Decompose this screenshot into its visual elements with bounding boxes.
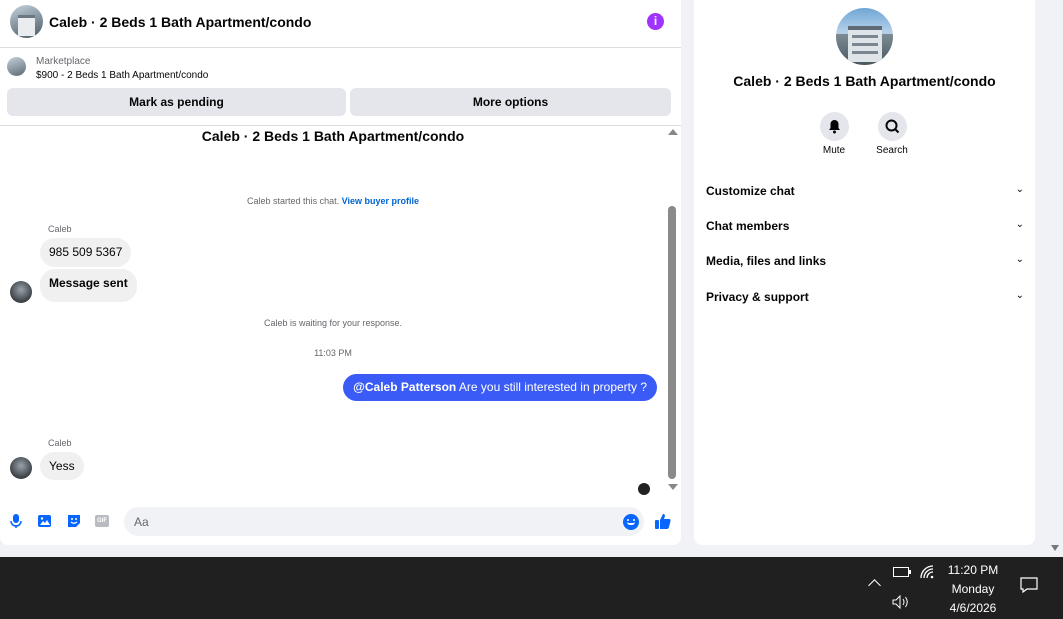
gif-icon[interactable]: GIF <box>95 513 111 529</box>
wifi-icon[interactable] <box>919 564 935 580</box>
chevron-down-icon: ⌄ <box>1015 184 1024 195</box>
sender-avatar[interactable] <box>10 457 32 479</box>
photo-icon[interactable] <box>37 513 53 529</box>
mark-as-pending-button[interactable]: Mark as pending <box>7 88 346 116</box>
sender-avatar[interactable] <box>10 281 32 303</box>
clock-date: 4/6/2026 <box>949 601 997 615</box>
chat-header: Caleb · 2 Beds 1 Bath Apartment/condo i <box>0 0 681 48</box>
message-composer: GIF <box>0 504 681 540</box>
clock-day: Monday <box>951 582 995 596</box>
clock-time: 11:20 PM <box>947 563 999 577</box>
emoji-icon[interactable] <box>623 514 639 530</box>
conversation-info-panel: Caleb · 2 Beds 1 Bath Apartment/condo Mu… <box>694 0 1035 545</box>
message-timestamp: 11:03 PM <box>314 348 352 358</box>
chat-started-notice: Caleb started this chat. View buyer prof… <box>0 196 666 206</box>
message-input[interactable] <box>124 507 644 536</box>
system-clock[interactable]: 11:20 PM Monday 4/6/2026 <box>941 561 1005 618</box>
scroll-up-arrow-icon[interactable] <box>668 129 678 135</box>
gif-label: GIF <box>95 515 109 527</box>
notifications-icon[interactable] <box>1020 577 1038 593</box>
battery-icon[interactable] <box>893 567 911 577</box>
section-privacy-support[interactable]: Privacy & support ⌄ <box>706 286 1024 310</box>
outgoing-message-text: Are you still interested in property ? <box>456 380 647 394</box>
chevron-down-icon: ⌄ <box>1015 254 1024 265</box>
section-label: Privacy & support <box>706 290 809 304</box>
thread-title: Caleb · 2 Beds 1 Bath Apartment/condo <box>201 128 465 144</box>
conversation-avatar[interactable] <box>10 5 43 38</box>
view-buyer-profile-link[interactable]: View buyer profile <box>342 196 419 206</box>
thumbs-up-icon[interactable] <box>654 512 672 530</box>
section-label: Customize chat <box>706 184 795 198</box>
sticker-icon[interactable] <box>66 513 82 529</box>
listing-summary[interactable]: $900 - 2 Beds 1 Bath Apartment/condo <box>36 70 208 81</box>
message-thread: Caleb · 2 Beds 1 Bath Apartment/condo Ca… <box>0 126 666 499</box>
message-sender: Caleb <box>48 224 72 234</box>
mention-text[interactable]: @Caleb Patterson <box>353 380 456 394</box>
message-sender: Caleb <box>48 438 72 448</box>
listing-kicker: Marketplace <box>36 56 91 67</box>
chevron-down-icon: ⌄ <box>1015 219 1024 230</box>
page-scroll-down-icon[interactable] <box>1051 545 1059 551</box>
chevron-down-icon: ⌄ <box>1015 290 1024 301</box>
section-label: Media, files and links <box>706 254 827 268</box>
message-bubble[interactable]: Message sent <box>40 269 137 302</box>
chat-started-text: Caleb started this chat. <box>247 196 340 206</box>
thread-scrollbar[interactable] <box>666 126 680 497</box>
mute-button[interactable]: Mute <box>814 112 854 156</box>
read-receipt-avatar <box>638 483 650 495</box>
conversation-title[interactable]: Caleb · 2 Beds 1 Bath Apartment/condo <box>49 14 311 30</box>
search-label: Search <box>876 145 908 156</box>
mute-label: Mute <box>822 145 846 156</box>
more-options-button[interactable]: More options <box>350 88 671 116</box>
section-chat-members[interactable]: Chat members ⌄ <box>706 215 1024 239</box>
conversation-name: Caleb · 2 Beds 1 Bath Apartment/condo <box>733 73 996 89</box>
listing-thumbnail[interactable] <box>7 57 26 76</box>
message-bubble[interactable]: 985 509 5367 <box>40 238 132 267</box>
chat-panel: Caleb · 2 Beds 1 Bath Apartment/condo i … <box>0 0 681 545</box>
scroll-down-arrow-icon[interactable] <box>668 484 678 490</box>
section-media-files-links[interactable]: Media, files and links ⌄ <box>706 250 1024 274</box>
microphone-icon[interactable] <box>8 513 24 529</box>
search-icon <box>885 119 899 134</box>
outgoing-message-bubble[interactable]: @Caleb Patterson Are you still intereste… <box>343 374 657 401</box>
info-icon[interactable]: i <box>647 13 664 30</box>
section-label: Chat members <box>706 219 790 233</box>
volume-icon[interactable] <box>892 595 910 609</box>
message-bubble[interactable]: Yess <box>40 452 84 480</box>
taskbar: 11:20 PM Monday 4/6/2026 <box>0 557 1063 619</box>
show-hidden-icons-icon[interactable] <box>868 579 881 592</box>
bell-icon <box>828 120 840 134</box>
section-customize-chat[interactable]: Customize chat ⌄ <box>706 180 1024 204</box>
marketplace-listing: Marketplace $900 - 2 Beds 1 Bath Apartme… <box>0 48 681 126</box>
search-button[interactable]: Search <box>872 112 912 156</box>
scroll-thumb[interactable] <box>668 206 676 479</box>
conversation-avatar-large[interactable] <box>836 8 893 65</box>
waiting-notice: Caleb is waiting for your response. <box>263 318 403 328</box>
